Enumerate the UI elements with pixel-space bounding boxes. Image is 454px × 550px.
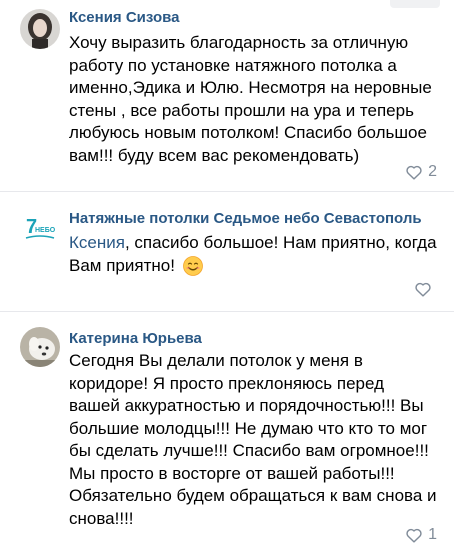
comment-author[interactable]: Ксения Сизова bbox=[69, 9, 180, 26]
reply-text: , спасибо большое! Нам приятно, когда Ва… bbox=[69, 233, 437, 275]
comment-author[interactable]: Катерина Юрьева bbox=[69, 330, 202, 347]
comment-item: 7 НЕБО Натяжные потолки Седьмое небо Сев… bbox=[0, 192, 454, 305]
comment-author[interactable]: Натяжные потолки Седьмое небо Севастопол… bbox=[69, 210, 422, 227]
avatar-photo bbox=[20, 9, 60, 49]
like-count: 1 bbox=[428, 526, 437, 543]
avatar[interactable] bbox=[20, 9, 60, 49]
reply-to-link[interactable]: Ксения bbox=[69, 233, 125, 252]
avatar-photo bbox=[20, 327, 60, 367]
like-count: 2 bbox=[428, 163, 437, 180]
comment-text: Сегодня Вы делали потолок у меня в корид… bbox=[69, 351, 437, 528]
avatar[interactable] bbox=[20, 327, 60, 367]
comment-item: Катерина Юрьева Сегодня Вы делали потоло… bbox=[0, 312, 454, 550]
smiling-face-icon bbox=[182, 256, 203, 276]
comment-text: Ксения, спасибо большое! Нам приятно, ко… bbox=[69, 232, 437, 277]
heart-icon bbox=[415, 282, 431, 297]
like-button[interactable]: 2 bbox=[405, 163, 437, 181]
svg-text:НЕБО: НЕБО bbox=[35, 227, 56, 234]
comment-item: Ксения Сизова Хочу выразить благодарност… bbox=[0, 0, 454, 190]
heart-icon bbox=[406, 165, 422, 180]
like-button[interactable] bbox=[414, 280, 437, 298]
heart-icon bbox=[406, 528, 422, 543]
comment-text: Хочу выразить благодарность за отличную … bbox=[69, 33, 432, 165]
community-logo: 7 НЕБО bbox=[20, 208, 60, 248]
community-avatar[interactable]: 7 НЕБО bbox=[20, 208, 60, 248]
like-button[interactable]: 1 bbox=[405, 526, 437, 544]
